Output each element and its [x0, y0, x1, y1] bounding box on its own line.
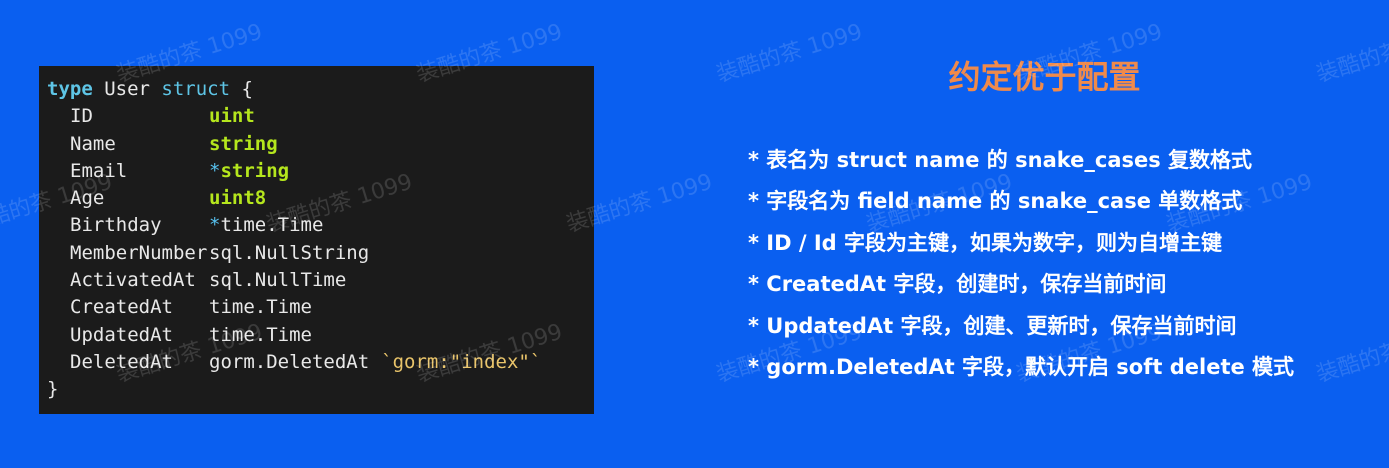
code-field-line: DeletedAt gorm.DeletedAt `gorm:"index"`	[47, 349, 594, 376]
convention-item: * 表名为 struct name 的 snake_cases 复数格式	[748, 148, 1253, 172]
code-field-type: sql.NullTime	[209, 269, 347, 292]
code-close-brace: }	[47, 378, 59, 401]
code-struct-name: User	[92, 78, 162, 100]
code-field-line: Birthday *time.Time	[47, 212, 594, 239]
code-field-line: Age uint8	[47, 185, 594, 212]
code-field-type: string	[209, 132, 278, 155]
code-field-name: ActivatedAt	[70, 269, 196, 292]
convention-item: * CreatedAt 字段，创建时，保存当前时间	[748, 272, 1167, 297]
code-block: type User struct { ID uint Name string Ema…	[39, 66, 594, 414]
code-field-name: ID	[70, 105, 93, 128]
conventions-list: * 表名为 struct name 的 snake_cases 复数格式 * 字…	[748, 140, 1294, 388]
code-field-type: gorm.DeletedAt	[209, 350, 370, 373]
code-field-name: Name	[70, 132, 116, 155]
convention-item: * 字段名为 field name 的 snake_case 单数格式	[748, 189, 1243, 214]
code-field-name: DeletedAt	[70, 350, 173, 373]
code-field-line: UpdatedAt time.Time	[47, 322, 594, 349]
code-field-line: Email *string	[47, 158, 594, 185]
code-field-pointer: *	[209, 214, 221, 237]
code-field-name: Email	[70, 159, 128, 182]
code-field-name: Birthday	[70, 214, 162, 237]
code-field-type: time.Time	[209, 296, 312, 319]
code-field-type: time.Time	[209, 323, 312, 346]
code-field-type: string	[220, 159, 290, 182]
code-field-line: ID uint	[47, 103, 594, 130]
conventions-title: 约定优于配置	[948, 58, 1141, 96]
code-field-type: uint8	[209, 187, 267, 210]
convention-item: * UpdatedAt 字段，创建、更新时，保存当前时间	[748, 313, 1237, 338]
conventions-panel: 约定优于配置 * 表名为 struct name 的 snake_cases 复…	[700, 0, 1389, 468]
convention-item: * ID / Id 字段为主键，如果为数字，则为自增主键	[748, 230, 1222, 255]
code-field-tag: `gorm:"index"`	[381, 350, 542, 373]
code-field-line: ActivatedAt sql.NullTime	[47, 267, 594, 294]
convention-item: * gorm.DeletedAt 字段，默认开启 soft delete 模式	[748, 354, 1295, 379]
code-field-name: MemberNumber	[70, 241, 208, 264]
code-keyword-type: type	[47, 78, 93, 100]
code-field-type: uint	[209, 105, 255, 128]
code-field-line: Name string	[47, 131, 594, 158]
code-field-name: CreatedAt	[70, 296, 173, 319]
code-field-pointer: *	[209, 159, 221, 182]
code-field-name: UpdatedAt	[70, 323, 173, 346]
code-open-brace: {	[230, 78, 253, 100]
code-field-name: Age	[70, 187, 105, 210]
code-field-type: time.Time	[220, 214, 324, 237]
code-field-type: sql.NullString	[209, 241, 370, 264]
code-field-line: MemberNumbersql.NullString	[47, 240, 594, 267]
code-field-line: CreatedAt time.Time	[47, 294, 594, 321]
code-struct-header: type User struct {	[47, 76, 594, 103]
code-keyword-struct: struct	[161, 78, 231, 100]
